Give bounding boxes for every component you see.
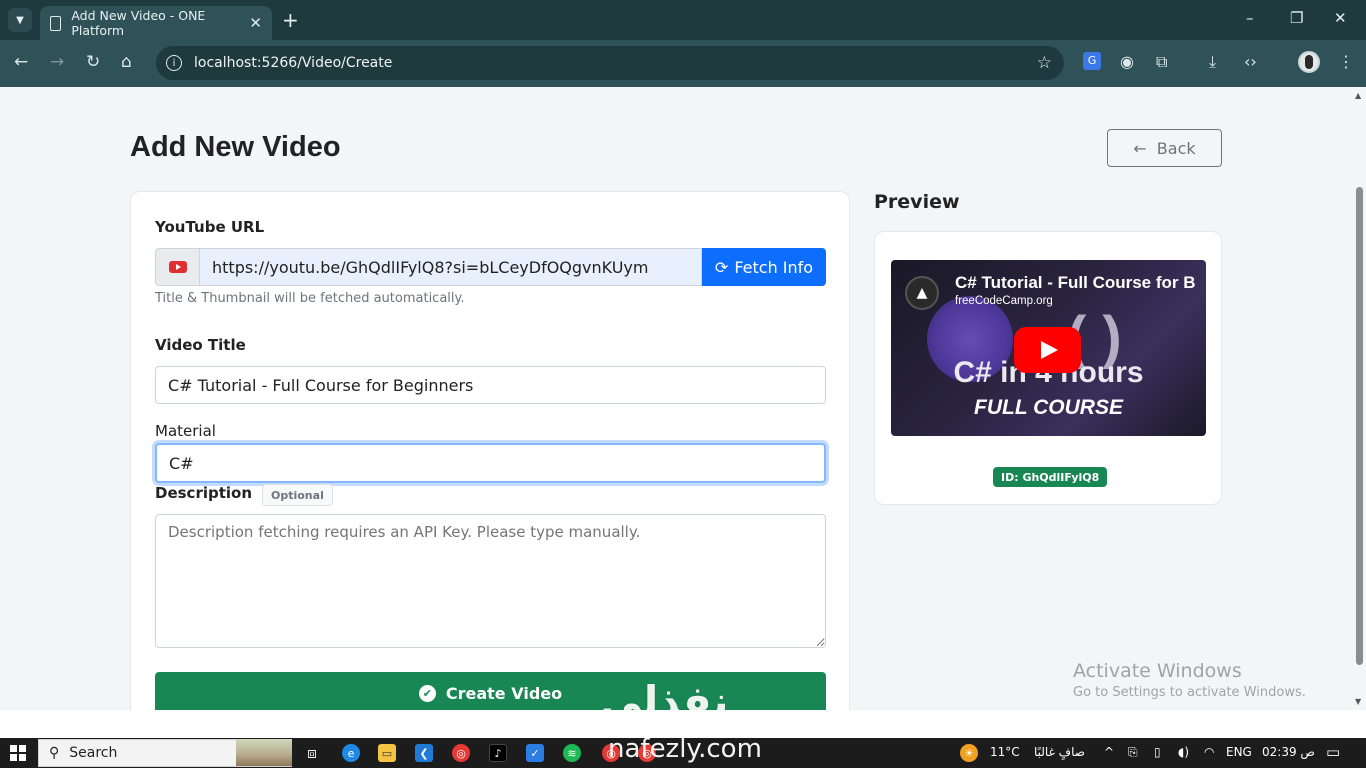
back-arrow-icon[interactable]: ← — [14, 52, 28, 72]
minimize-icon[interactable]: – — [1246, 9, 1254, 27]
play-button-icon[interactable] — [1014, 327, 1081, 373]
thumbnail-title[interactable]: C# Tutorial - Full Course for B — [955, 273, 1205, 293]
brand-watermark-arabic: نفذلي — [600, 677, 729, 710]
file-explorer-icon[interactable]: ▭ — [378, 744, 396, 762]
temperature-text[interactable]: 11°C — [990, 745, 1020, 759]
new-tab-button[interactable]: + — [282, 8, 299, 32]
page-content: Add New Video ← Back YouTube URL ⟳ Fetch… — [0, 87, 1352, 710]
material-label: Material — [155, 422, 216, 440]
profile-avatar[interactable] — [1298, 51, 1320, 73]
youtube-addon — [155, 248, 199, 286]
scroll-down-icon[interactable]: ▼ — [1355, 697, 1361, 706]
fetch-info-label: Fetch Info — [734, 257, 814, 277]
material-input[interactable] — [155, 443, 826, 483]
thumbnail-channel: freeCodeCamp.org — [955, 295, 1053, 307]
create-video-label: Create Video — [445, 683, 563, 703]
browser-tab[interactable]: Add New Video - ONE Platform ✕ — [40, 6, 272, 40]
channel-avatar[interactable]: ▲ — [905, 276, 939, 310]
menu-dots-icon[interactable]: ⋮ — [1338, 52, 1354, 71]
spotify-icon[interactable]: ≋ — [563, 744, 581, 762]
activate-windows-title: Activate Windows — [1073, 660, 1242, 682]
browser-toolbar: ← → ↻ ⌂ i localhost:5266/Video/Create ☆ … — [0, 40, 1366, 87]
youtube-url-label: YouTube URL — [155, 218, 265, 236]
weather-text[interactable]: صافٍ غالبًا — [1034, 745, 1085, 759]
reload-icon[interactable]: ↻ — [86, 52, 100, 72]
fetch-info-button[interactable]: ⟳ Fetch Info — [702, 248, 826, 286]
tab-search-icon[interactable]: ▼ — [8, 8, 32, 32]
address-bar[interactable]: i localhost:5266/Video/Create ☆ — [156, 46, 1064, 80]
bookmark-star-icon[interactable]: ☆ — [1037, 53, 1052, 73]
battery-icon[interactable]: ▯ — [1154, 745, 1161, 759]
site-info-icon[interactable]: i — [166, 55, 182, 71]
todo-icon[interactable]: ✓ — [526, 744, 544, 762]
video-title-label: Video Title — [155, 336, 246, 354]
vscode-icon[interactable]: ❮ — [415, 744, 433, 762]
forward-arrow-icon[interactable]: → — [50, 52, 64, 72]
download-icon[interactable]: ⤓ — [1209, 52, 1216, 72]
terminal-app-icon[interactable]: ♪ — [489, 744, 507, 762]
search-icon: ⚲ — [49, 745, 60, 761]
video-id-badge: ID: GhQdlIFylQ8 — [993, 467, 1108, 487]
page-scrollbar[interactable]: ▲ ▼ — [1352, 87, 1366, 710]
close-window-icon[interactable]: ✕ — [1334, 9, 1347, 27]
page-icon — [50, 15, 62, 31]
wifi-icon[interactable]: ◠ — [1204, 745, 1214, 759]
weather-icon[interactable]: ☀ — [960, 744, 978, 762]
brand-watermark-english: nafezly.com — [608, 734, 762, 764]
arrow-left-icon: ← — [1133, 138, 1147, 158]
scroll-thumb[interactable] — [1356, 187, 1363, 665]
translate-icon[interactable]: G — [1083, 52, 1101, 70]
video-thumbnail[interactable]: ( ) ▲ C# Tutorial - Full Course for B fr… — [891, 260, 1206, 436]
youtube-url-input[interactable] — [199, 248, 702, 286]
devtools-icon[interactable]: ‹› — [1244, 52, 1257, 71]
check-circle-icon: ✔ — [418, 684, 436, 702]
youtube-icon — [168, 261, 187, 273]
preview-heading: Preview — [874, 191, 960, 213]
url-help-text: Title & Thumbnail will be fetched automa… — [155, 291, 465, 306]
description-textarea[interactable] — [155, 514, 826, 648]
taskbar-search-label: Search — [69, 745, 118, 761]
browser-titlebar: ▼ Add New Video - ONE Platform ✕ + – ❐ ✕ — [0, 0, 1366, 40]
video-title-input[interactable] — [155, 366, 826, 404]
network-adapter-icon[interactable]: ⎘ — [1128, 745, 1138, 760]
tab-title: Add New Video - ONE Platform — [71, 8, 206, 38]
video-form-card: YouTube URL ⟳ Fetch Info Title & Thumbna… — [130, 191, 850, 710]
back-button[interactable]: ← Back — [1107, 129, 1222, 167]
address-url[interactable]: localhost:5266/Video/Create — [194, 55, 392, 71]
task-view-icon[interactable]: ⧈ — [303, 744, 321, 762]
scroll-up-icon[interactable]: ▲ — [1355, 91, 1361, 100]
back-label: Back — [1156, 138, 1196, 158]
edge-icon[interactable]: e — [342, 744, 360, 762]
youtube-url-group: ⟳ Fetch Info — [155, 248, 826, 286]
notification-icon[interactable]: ▭ — [1326, 743, 1340, 761]
description-label: Description — [155, 484, 253, 502]
maximize-icon[interactable]: ❐ — [1290, 9, 1303, 27]
thumbnail-line-2: FULL COURSE — [974, 396, 1123, 419]
activate-windows-subtitle: Go to Settings to activate Windows. — [1073, 685, 1306, 700]
home-icon[interactable]: ⌂ — [121, 52, 132, 72]
extensions-icon[interactable]: ⧉ — [1156, 52, 1167, 72]
page-title: Add New Video — [130, 131, 341, 163]
sync-icon: ⟳ — [714, 257, 729, 277]
search-highlight-image — [236, 739, 292, 766]
chrome-icon[interactable]: ◎ — [452, 744, 470, 762]
camera-icon[interactable]: ◉ — [1120, 52, 1134, 71]
clock-time[interactable]: 02:39 ص — [1262, 745, 1315, 759]
volume-icon[interactable]: ◖) — [1178, 745, 1189, 759]
optional-badge: Optional — [262, 484, 333, 506]
windows-start-icon[interactable] — [10, 745, 26, 761]
preview-card: ( ) ▲ C# Tutorial - Full Course for B fr… — [874, 231, 1222, 505]
language-indicator[interactable]: ENG — [1226, 745, 1252, 759]
tray-chevron-icon[interactable]: ^ — [1104, 745, 1114, 759]
tab-close-icon[interactable]: ✕ — [249, 14, 262, 32]
